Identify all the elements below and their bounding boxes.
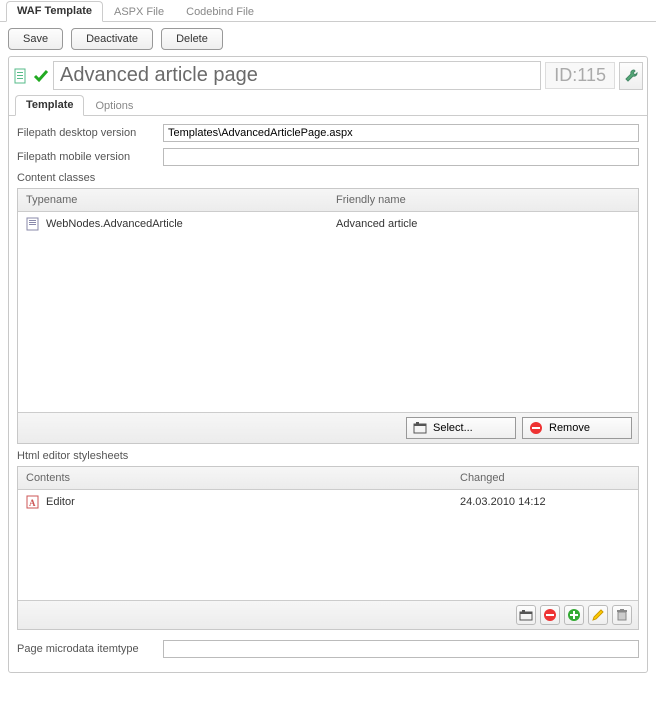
contents-value: Editor [46,496,75,508]
col-contents: Contents [18,467,452,489]
microdata-input[interactable] [163,640,639,658]
action-toolbar: Save Deactivate Delete [0,22,656,56]
inner-tab-bar: Template Options [9,94,647,116]
tools-button[interactable] [619,62,643,90]
filepath-mobile-label: Filepath mobile version [17,151,157,163]
select-button[interactable]: Select... [406,417,516,439]
tab-codebind-file[interactable]: Codebind File [175,2,265,22]
save-button[interactable]: Save [8,28,63,50]
filepath-desktop-row: Filepath desktop version [17,124,639,142]
tab-template[interactable]: Template [15,95,84,116]
check-icon [33,68,49,84]
filepath-desktop-label: Filepath desktop version [17,127,157,139]
trash-button[interactable] [612,605,632,625]
content-classes-body: WebNodes.AdvancedArticle Advanced articl… [18,212,638,412]
delete-item-button[interactable] [540,605,560,625]
col-typename: Typename [18,189,328,211]
wrench-icon [623,68,639,84]
template-content: Filepath desktop version Filepath mobile… [9,116,647,672]
plus-circle-icon [567,608,581,622]
microdata-label: Page microdata itemtype [17,643,157,655]
table-row[interactable]: WebNodes.AdvancedArticle Advanced articl… [18,212,638,237]
typename-value: WebNodes.AdvancedArticle [46,218,183,230]
remove-icon [529,421,543,435]
tab-waf-template[interactable]: WAF Template [6,1,103,22]
tab-options[interactable]: Options [84,96,144,116]
html-editor-grid: Contents Changed A Editor 24.03.2010 14:… [17,466,639,630]
main-panel: ID:115 Template Options Filepath desktop… [8,56,648,673]
select-label: Select... [433,422,473,434]
minus-circle-icon [543,608,557,622]
folder-icon [519,608,533,622]
edit-item-button[interactable] [588,605,608,625]
id-display: ID:115 [545,62,615,89]
html-editor-body: A Editor 24.03.2010 14:12 [18,490,638,600]
trash-icon [615,608,629,622]
pencil-icon [591,608,605,622]
document-icon [13,68,29,84]
content-classes-header: Typename Friendly name [18,189,638,212]
content-classes-grid: Typename Friendly name WebNodes.Advanced… [17,188,639,444]
svg-text:A: A [29,498,36,508]
filepath-mobile-input[interactable] [163,148,639,166]
page-icon [26,217,40,231]
deactivate-button[interactable]: Deactivate [71,28,153,50]
filepath-desktop-input[interactable] [163,124,639,142]
id-value: 115 [577,65,606,85]
select-icon [413,421,427,435]
friendly-value: Advanced article [328,213,638,235]
col-changed: Changed [452,467,638,489]
content-classes-label: Content classes [17,172,639,184]
table-row[interactable]: A Editor 24.03.2010 14:12 [18,490,638,515]
title-row: ID:115 [9,57,647,94]
microdata-row: Page microdata itemtype [17,640,639,658]
changed-value: 24.03.2010 14:12 [452,491,638,513]
col-friendlyname: Friendly name [328,189,638,211]
remove-label: Remove [549,422,590,434]
stylesheet-icon: A [26,495,40,509]
html-editor-header: Contents Changed [18,467,638,490]
html-editor-footer [18,600,638,629]
browse-button[interactable] [516,605,536,625]
html-editor-label: Html editor stylesheets [17,450,639,462]
id-label: ID: [554,65,577,85]
delete-button[interactable]: Delete [161,28,223,50]
page-title-input[interactable] [53,61,541,90]
add-item-button[interactable] [564,605,584,625]
top-tab-bar: WAF Template ASPX File Codebind File [0,0,656,22]
content-classes-footer: Select... Remove [18,412,638,443]
remove-button[interactable]: Remove [522,417,632,439]
filepath-mobile-row: Filepath mobile version [17,148,639,166]
tab-aspx-file[interactable]: ASPX File [103,2,175,22]
